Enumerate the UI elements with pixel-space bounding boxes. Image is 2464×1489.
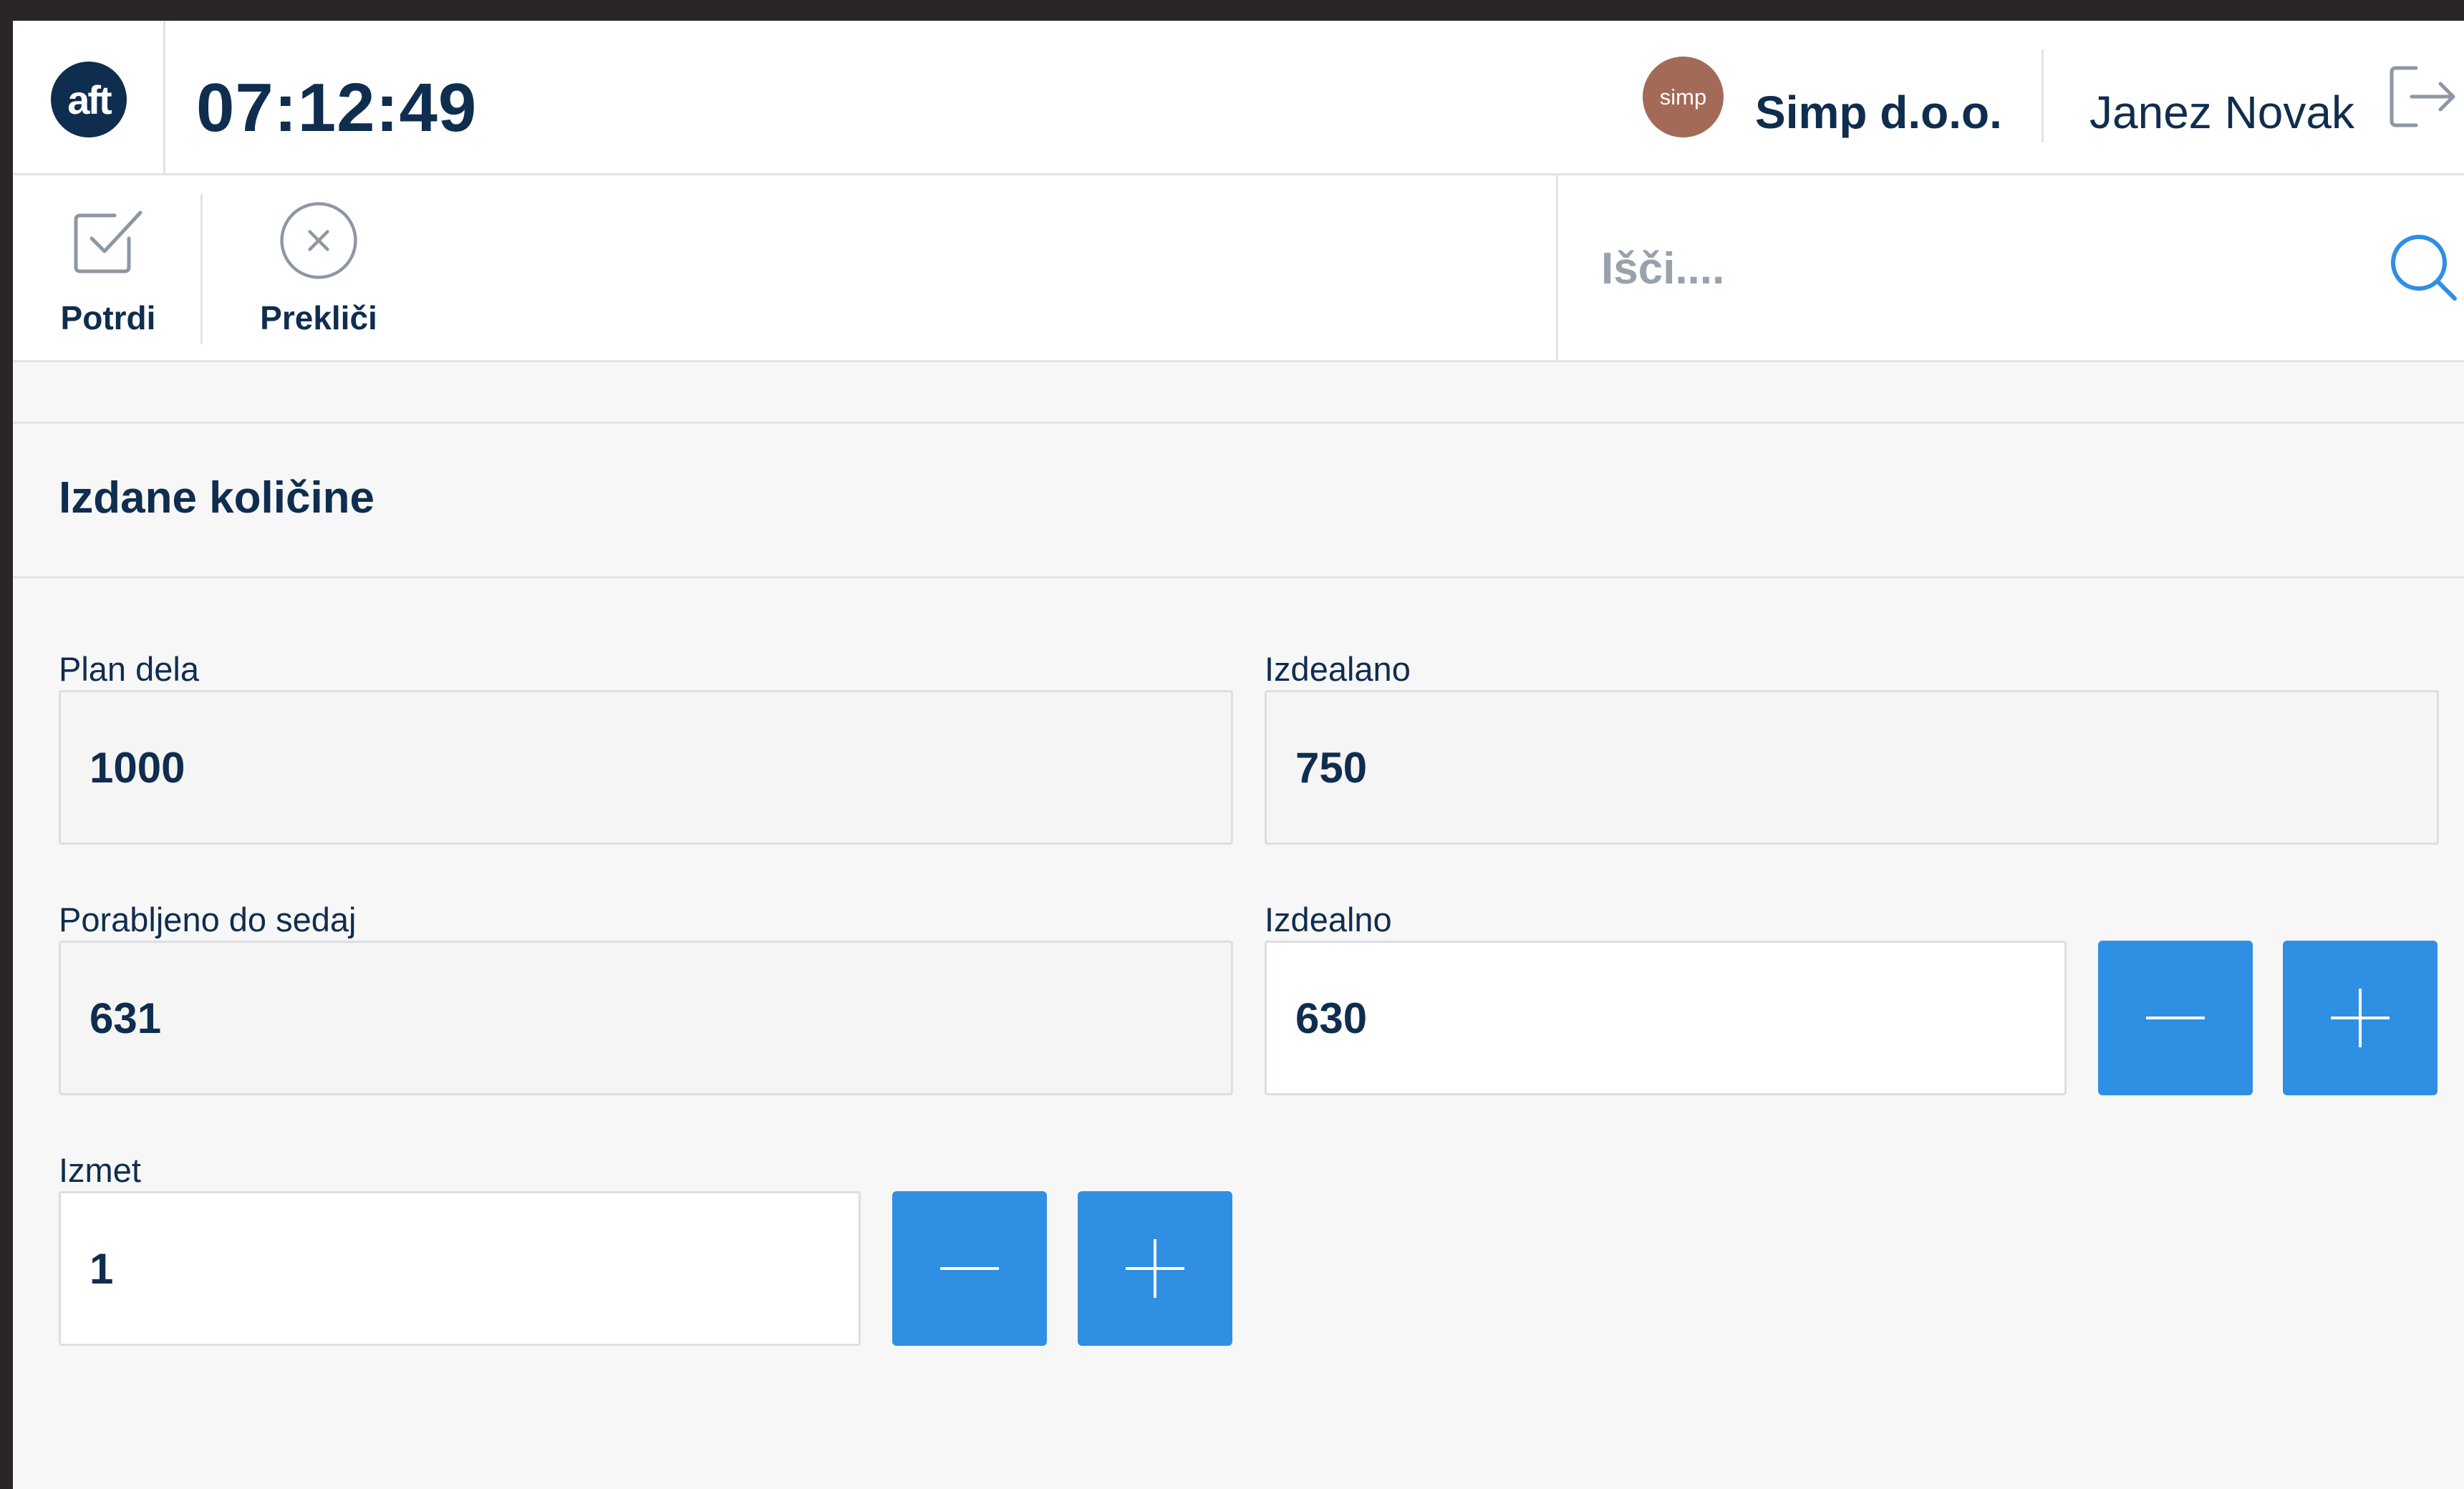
izdealno-decrement-button[interactable] — [2098, 941, 2253, 1095]
close-circle-icon — [280, 202, 357, 279]
logo-cell: aft — [13, 21, 165, 175]
minus-icon — [940, 1267, 999, 1270]
izdealno-label: Izdealno — [1265, 901, 1392, 938]
porabljeno-field: 631 — [59, 941, 1233, 1095]
confirm-label: Potrdi — [60, 299, 156, 336]
section-title: Izdane količine — [59, 473, 375, 523]
top-header: aft 07:12:49 simp Simp d.o.o. Janez Nova… — [13, 21, 2464, 175]
izdealano-label: Izdealano — [1265, 650, 1411, 688]
company-avatar: simp — [1643, 57, 1724, 137]
confirm-button[interactable]: Potrdi — [54, 175, 162, 360]
izdealano-field: 750 — [1265, 690, 2439, 845]
app-logo: aft — [51, 62, 127, 137]
minus-icon — [2146, 1017, 2205, 1019]
toolbar: Potrdi Prekliči — [13, 175, 2464, 362]
content-top-band — [13, 362, 2464, 424]
plan-dela-field: 1000 — [59, 690, 1233, 845]
cancel-button[interactable]: Prekliči — [236, 175, 401, 360]
plus-icon — [1126, 1239, 1184, 1298]
plan-dela-label: Plan dela — [59, 650, 199, 688]
app-window: aft 07:12:49 simp Simp d.o.o. Janez Nova… — [13, 21, 2464, 1489]
izdealno-increment-button[interactable] — [2283, 941, 2438, 1095]
user-name: Janez Novak — [2089, 87, 2354, 138]
porabljeno-label: Porabljeno do sedaj — [59, 901, 357, 938]
logout-icon[interactable] — [2387, 64, 2459, 130]
company-name: Simp d.o.o. — [1755, 87, 2002, 138]
izdealno-input[interactable]: 630 — [1265, 941, 2067, 1095]
izmet-decrement-button[interactable] — [892, 1191, 1047, 1346]
search-input[interactable] — [1601, 229, 2317, 308]
section-divider — [13, 576, 2464, 578]
search-icon[interactable] — [2389, 233, 2459, 303]
plus-icon — [2331, 989, 2390, 1047]
izmet-increment-button[interactable] — [1078, 1191, 1232, 1346]
checkbox-check-icon — [74, 210, 142, 273]
cancel-label: Prekliči — [260, 299, 377, 336]
toolbar-separator — [200, 194, 203, 344]
clock: 07:12:49 — [196, 69, 478, 146]
izmet-input[interactable]: 1 — [59, 1191, 861, 1346]
search-area — [1556, 175, 2464, 360]
header-divider — [2042, 49, 2044, 142]
izmet-label: Izmet — [59, 1151, 141, 1189]
